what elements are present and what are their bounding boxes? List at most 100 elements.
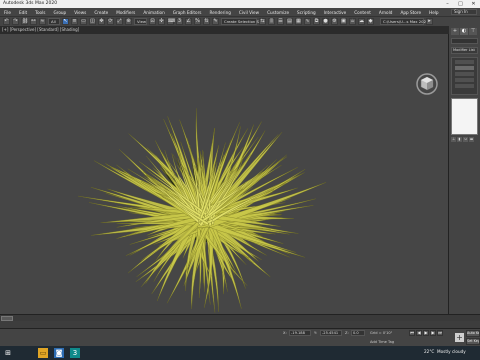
windows-start-icon[interactable]: ⊞ (3, 348, 13, 358)
menu-help[interactable]: Help (425, 10, 443, 15)
menu-app-store[interactable]: App Store (396, 10, 425, 15)
file-explorer-icon[interactable]: ▭ (38, 348, 48, 358)
toggle-ribbon-icon[interactable]: ▦ (295, 18, 302, 25)
angle-snap-icon[interactable]: ∠ (185, 18, 192, 25)
select-by-name-icon[interactable]: ≡ (71, 18, 78, 25)
schematic-view-icon[interactable]: ⧉ (313, 18, 320, 25)
undo-icon[interactable]: ↶ (3, 18, 10, 25)
make-unique-icon[interactable]: ∪ (463, 137, 468, 142)
menu-edit[interactable]: Edit (15, 10, 31, 15)
rotate-icon[interactable]: ⟳ (107, 18, 114, 25)
auto-key-button[interactable]: Auto Key (466, 330, 480, 337)
go-to-start-icon[interactable]: ⏮ (409, 330, 415, 336)
render-in-cloud-icon[interactable]: ☁ (358, 18, 365, 25)
viewcube-icon[interactable] (415, 72, 439, 96)
menu-graph-editors[interactable]: Graph Editors (169, 10, 206, 15)
z-coordinate-field[interactable]: 0.0 (351, 330, 365, 336)
place-icon[interactable]: ⊕ (125, 18, 132, 25)
pivot-icon[interactable]: ⊡ (149, 18, 156, 25)
modifier-stack[interactable] (451, 57, 478, 95)
selection-filter-dropdown[interactable]: All (48, 18, 60, 25)
keyboard-shortcut-override-icon[interactable]: ⌨ (167, 18, 175, 25)
menu-content[interactable]: Content (350, 10, 375, 15)
perspective-viewport[interactable] (0, 34, 449, 314)
viewport-label[interactable]: [+] [Perspective] [Standard] [Shading] (0, 26, 449, 34)
stack-row[interactable] (455, 78, 474, 82)
close-icon[interactable]: ✕ (467, 0, 480, 8)
photos-app-icon[interactable]: ◙ (54, 348, 64, 358)
sign-in-button[interactable]: Sign In (451, 9, 477, 15)
show-end-result-icon[interactable]: ▮ (457, 137, 462, 142)
track-bar[interactable]: 5101520253035404550556065707580859095100 (0, 321, 480, 328)
set-key-icon[interactable]: + (455, 333, 464, 342)
mirror-icon[interactable]: ⇆ (259, 18, 266, 25)
stack-row[interactable] (455, 72, 474, 76)
redo-icon[interactable]: ↷ (12, 18, 19, 25)
move-icon[interactable]: ✥ (98, 18, 105, 25)
toggle-scene-explorer-icon[interactable]: ☰ (277, 18, 284, 25)
select-manipulate-icon[interactable]: ✣ (158, 18, 165, 25)
menu-file[interactable]: File (0, 10, 15, 15)
a360-gallery-icon[interactable]: ◆ (367, 18, 374, 25)
command-panel: + ◐ ⊤ Modifier List ⊥ ▮ ∪ ▬ (449, 26, 480, 314)
reference-coordinate-dropdown[interactable]: View (134, 18, 147, 25)
add-time-tag-button[interactable]: Add Time Tag (370, 340, 394, 344)
bind-space-warp-icon[interactable]: ≈ (39, 18, 46, 25)
workspace-folder-icon[interactable]: ▸ (426, 18, 433, 25)
play-icon[interactable]: ▶ (423, 330, 429, 336)
menu-interactive[interactable]: Interactive (320, 10, 351, 15)
stack-row[interactable] (455, 84, 474, 88)
stack-list-panel[interactable] (451, 98, 478, 135)
create-tab-icon[interactable]: + (451, 28, 459, 35)
y-coordinate-field[interactable]: -25.4541 (320, 330, 342, 336)
named-selection-dropdown[interactable]: Create Selection Se (221, 18, 261, 25)
menu-customize[interactable]: Customize (263, 10, 293, 15)
hierarchy-tab-icon[interactable]: ⊤ (469, 28, 477, 35)
3ds-max-taskbar-icon[interactable]: 3 (70, 348, 80, 358)
render-production-icon[interactable]: ☕ (349, 18, 356, 25)
menu-views[interactable]: Views (70, 10, 90, 15)
material-editor-icon[interactable]: ● (322, 18, 329, 25)
menu-group[interactable]: Group (49, 10, 70, 15)
menu-animation[interactable]: Animation (139, 10, 168, 15)
go-to-end-icon[interactable]: ⏭ (437, 330, 443, 336)
stack-row[interactable] (455, 60, 474, 64)
menu-tools[interactable]: Tools (31, 10, 49, 15)
previous-frame-icon[interactable]: ◀ (416, 330, 422, 336)
menu-scripting[interactable]: Scripting (293, 10, 320, 15)
unlink-icon[interactable]: ⚯ (30, 18, 37, 25)
rendered-frame-window-icon[interactable]: ▣ (340, 18, 347, 25)
next-frame-icon[interactable]: ▶ (430, 330, 436, 336)
menu-create[interactable]: Create (90, 10, 112, 15)
menu-arnold[interactable]: Arnold (375, 10, 397, 15)
modifier-list-dropdown[interactable]: Modifier List (451, 47, 478, 54)
minimize-icon[interactable]: – (441, 0, 454, 8)
link-icon[interactable]: ⛓ (21, 18, 28, 25)
time-slider[interactable] (0, 314, 480, 321)
snaps-toggle-icon[interactable]: 3 (176, 18, 183, 25)
curve-editor-icon[interactable]: ∿ (304, 18, 311, 25)
modify-tab-icon[interactable]: ◐ (460, 28, 468, 35)
render-setup-icon[interactable]: ⚙ (331, 18, 338, 25)
rectangular-selection-icon[interactable]: ▭ (80, 18, 87, 25)
align-icon[interactable]: ⫼ (268, 18, 275, 25)
set-key-button[interactable]: Set Key (466, 338, 480, 345)
plant-model[interactable] (0, 34, 449, 314)
menu-civil-view[interactable]: Civil View (235, 10, 263, 15)
percent-snap-icon[interactable]: % (194, 18, 201, 25)
edit-named-selection-icon[interactable]: ✎ (212, 18, 219, 25)
menu-rendering[interactable]: Rendering (206, 10, 235, 15)
select-object-icon[interactable]: ↖ (62, 18, 69, 25)
pin-stack-icon[interactable]: ⊥ (451, 137, 456, 142)
workspace-path-dropdown[interactable]: C:\Users\U...s Max 2020 (380, 18, 428, 25)
stack-row[interactable] (455, 66, 474, 70)
scale-icon[interactable]: ⤢ (116, 18, 123, 25)
maximize-icon[interactable]: □ (454, 0, 467, 8)
object-name-field[interactable] (451, 38, 478, 44)
window-crossing-icon[interactable]: ◫ (89, 18, 96, 25)
menu-modifiers[interactable]: Modifiers (112, 10, 139, 15)
x-coordinate-field[interactable]: -19.188 (289, 330, 311, 336)
spinner-snap-icon[interactable]: ⇅ (203, 18, 210, 25)
remove-modifier-icon[interactable]: ▬ (469, 137, 474, 142)
toggle-layer-explorer-icon[interactable]: ▤ (286, 18, 293, 25)
